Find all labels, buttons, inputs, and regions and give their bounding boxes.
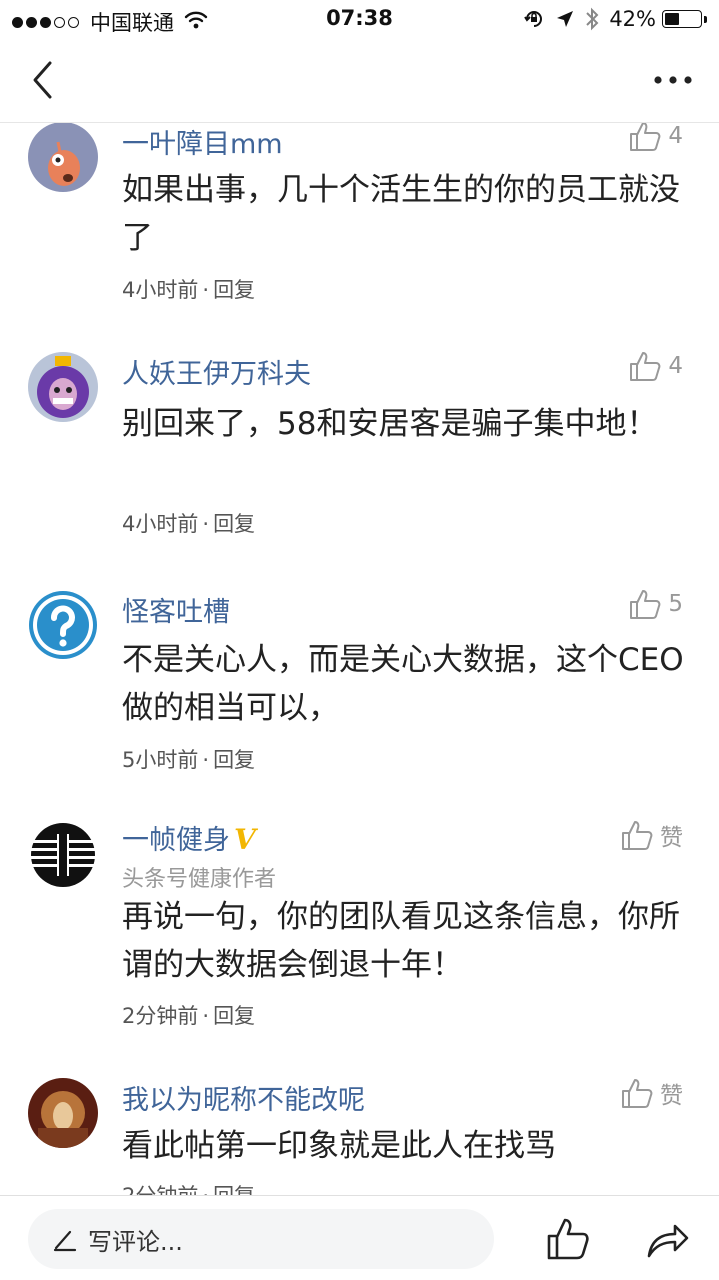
comment-item: 一帧健身 V 头条号健康作者 赞 再说一句，你的团队看见这条信息，你所谓的大数据会… (0, 798, 719, 1068)
like-count: 4 (668, 123, 683, 149)
comment-text: 别回来了，58和安居客是骗子集中地！ (122, 406, 658, 442)
like-count: 赞 (660, 1083, 683, 1109)
comment-meta: 4小时前 · 回复 (122, 278, 256, 302)
status-bar: 中国联通 07:38 42% (0, 0, 719, 40)
comment-text: 看此帖第一印象就是此人在找骂 (122, 1128, 556, 1164)
write-comment-input[interactable]: 写评论... (28, 1209, 494, 1269)
share-button[interactable] (645, 1216, 689, 1262)
status-right: 42% (513, 7, 707, 31)
like-button[interactable]: 赞 (620, 818, 683, 852)
reply-link[interactable]: 回复 (213, 1184, 255, 1195)
author-tag: 头条号健康作者 (122, 867, 277, 892)
like-button[interactable]: 4 (628, 350, 683, 382)
reply-link[interactable]: 回复 (213, 748, 255, 772)
reply-link[interactable]: 回复 (213, 278, 255, 302)
comments-screen: 中国联通 07:38 42% 一叶障目mm 4 如果出事，几十个活生生的你的员工… (0, 0, 719, 1280)
verified-badge: V (234, 823, 256, 856)
avatar[interactable] (28, 820, 98, 890)
battery-level (665, 13, 679, 25)
comment-input-placeholder: 写评论... (88, 1227, 183, 1256)
rotation-lock-icon (523, 8, 545, 30)
pencil-icon (52, 1226, 78, 1252)
comment-list: 一叶障目mm 4 如果出事，几十个活生生的你的员工就没了 4小时前 · 回复 人… (0, 123, 719, 1195)
bluetooth-icon (585, 7, 599, 31)
comment-username[interactable]: 我以为昵称不能改呢 (122, 1078, 365, 1117)
thumbs-up-icon (630, 123, 661, 151)
comment-item: 人妖王伊万科夫 4 别回来了，58和安居客是骗子集中地！ 4小时前 · 回复 (0, 330, 719, 566)
thumbs-up-icon (622, 821, 653, 850)
more-options-button[interactable] (649, 62, 697, 98)
location-arrow-icon (555, 9, 575, 29)
comment-meta: 2分钟前·回复 (122, 1004, 256, 1028)
back-button[interactable] (22, 58, 62, 102)
comment-time: 2分钟前 (122, 1004, 199, 1028)
comment-text: 如果出事，几十个活生生的你的员工就没了 (122, 172, 680, 256)
comment-meta: 4小时前 · 回复 (122, 512, 256, 536)
ellipsis-icon (654, 76, 692, 84)
reply-link[interactable]: 回复 (213, 512, 255, 536)
like-count: 5 (668, 591, 683, 617)
like-count: 赞 (660, 825, 683, 851)
thumbs-up-icon (547, 1218, 589, 1260)
avatar[interactable] (28, 1078, 98, 1148)
chevron-left-icon (33, 61, 52, 99)
bottom-bar: 写评论... (0, 1195, 719, 1280)
comment-item: 一叶障目mm 4 如果出事，几十个活生生的你的员工就没了 4小时前 · 回复 (0, 123, 719, 328)
avatar[interactable] (28, 352, 98, 422)
comment-text: 不是关心人，而是关心大数据，这个CEO做的相当可以， (122, 642, 684, 726)
comment-username[interactable]: 一叶障目mm (122, 123, 283, 161)
comment-username[interactable]: 一帧健身 V (122, 818, 256, 857)
comment-item: 怪客吐槽 5 不是关心人，而是关心大数据，这个CEO做的相当可以， 5小时前 · 回… (0, 566, 719, 798)
battery-icon (662, 10, 702, 28)
nav-bar (0, 40, 719, 123)
avatar[interactable] (28, 123, 98, 192)
thumbs-up-icon (622, 1079, 653, 1108)
comment-username[interactable]: 人妖王伊万科夫 (122, 352, 311, 391)
comment-meta: 5小时前 · 回复 (122, 748, 256, 772)
comment-meta: 2分钟前·回复 (122, 1180, 255, 1195)
share-arrow-icon (647, 1224, 689, 1258)
like-article-button[interactable] (545, 1216, 591, 1262)
comment-time: 2分钟前 (122, 1184, 198, 1195)
thumbs-up-icon (630, 352, 661, 381)
comment-item: 我以为昵称不能改呢 赞 看此帖第一印象就是此人在找骂 2分钟前·回复 (0, 1068, 719, 1195)
reply-link[interactable]: 回复 (213, 1004, 255, 1028)
battery-percent: 42% (609, 7, 656, 31)
comment-text: 再说一句，你的团队看见这条信息，你所谓的大数据会倒退十年！ (122, 899, 680, 983)
like-button[interactable]: 5 (628, 588, 683, 620)
like-count: 4 (668, 353, 683, 379)
username-text[interactable]: 一帧健身 (122, 825, 230, 856)
thumbs-up-icon (630, 590, 661, 619)
avatar[interactable] (28, 590, 98, 660)
comment-time: 4小时前 (122, 278, 199, 302)
comment-time: 5小时前 (122, 748, 199, 772)
like-button[interactable]: 赞 (620, 1076, 683, 1110)
comment-username[interactable]: 怪客吐槽 (122, 590, 230, 629)
comment-time: 4小时前 (122, 512, 199, 536)
battery-tip (704, 15, 707, 23)
like-button[interactable]: 4 (628, 123, 683, 152)
